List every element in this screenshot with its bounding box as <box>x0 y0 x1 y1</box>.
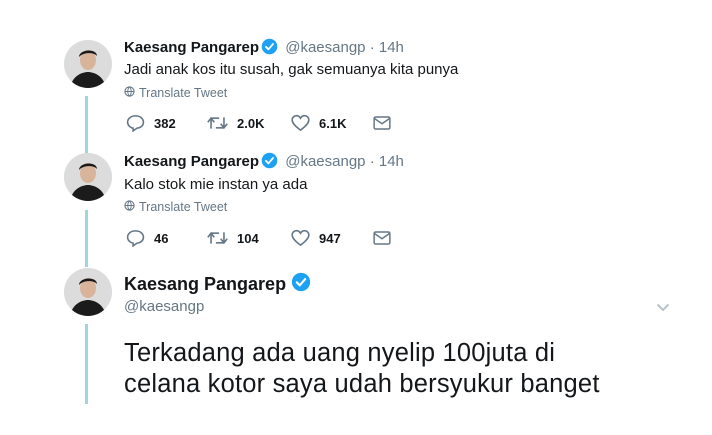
focused-tweet-header: Kaesang Pangarep <box>124 272 311 297</box>
tweet-actions: 46 104 947 <box>126 229 391 247</box>
reply-button[interactable]: 46 <box>126 229 207 247</box>
display-name[interactable]: Kaesang Pangarep <box>124 39 259 56</box>
like-button[interactable]: 6.1K <box>291 114 373 132</box>
verified-badge-icon <box>261 152 278 173</box>
thread-connector <box>85 96 88 153</box>
like-icon <box>291 229 310 247</box>
reply-count: 46 <box>154 230 169 246</box>
translate-tweet-link[interactable]: Translate Tweet <box>124 200 227 214</box>
avatar[interactable] <box>64 268 112 316</box>
focused-tweet-text: Terkadang ada uang nyelip 100juta di cel… <box>124 338 684 400</box>
display-name[interactable]: Kaesang Pangarep <box>124 274 286 295</box>
thread-connector <box>85 210 88 267</box>
tweet-text: Jadi anak kos itu susah, gak semuanya ki… <box>124 61 459 78</box>
dm-icon <box>373 115 391 131</box>
separator-dot: · <box>369 153 375 170</box>
retweet-button[interactable]: 2.0K <box>207 115 291 131</box>
reply-button[interactable]: 382 <box>126 114 207 132</box>
handle[interactable]: @kaesangp <box>285 153 365 170</box>
timestamp[interactable]: 14h <box>379 39 404 56</box>
tweet-text-line: Terkadang ada uang nyelip 100juta di <box>124 339 556 367</box>
separator-dot: · <box>369 39 375 56</box>
retweet-count: 104 <box>237 230 259 246</box>
avatar[interactable] <box>64 153 112 201</box>
chevron-down-icon[interactable] <box>656 299 670 317</box>
like-count: 6.1K <box>319 115 347 131</box>
tweet-text-line: celana kotor saya udah bersyukur banget <box>124 370 600 398</box>
globe-icon <box>124 200 135 214</box>
handle[interactable]: @kaesangp <box>285 39 365 56</box>
like-count: 947 <box>319 230 341 246</box>
retweet-icon <box>207 230 228 246</box>
retweet-button[interactable]: 104 <box>207 230 291 246</box>
translate-label: Translate Tweet <box>139 86 228 100</box>
like-button[interactable]: 947 <box>291 229 373 247</box>
direct-message-button[interactable] <box>373 230 391 246</box>
verified-badge-icon <box>291 272 311 297</box>
reply-icon <box>126 229 145 247</box>
tweet-actions: 382 2.0K 6.1K <box>126 114 391 132</box>
verified-badge-icon <box>261 38 278 59</box>
globe-icon <box>124 86 135 100</box>
reply-count: 382 <box>154 115 176 131</box>
dm-icon <box>373 230 391 246</box>
reply-icon <box>126 114 145 132</box>
retweet-icon <box>207 115 228 131</box>
translate-tweet-link[interactable]: Translate Tweet <box>124 86 227 100</box>
avatar[interactable] <box>64 40 112 88</box>
timestamp[interactable]: 14h <box>379 153 404 170</box>
retweet-count: 2.0K <box>237 115 265 131</box>
tweet-header: Kaesang Pangarep @kaesangp · 14h <box>124 38 404 59</box>
display-name[interactable]: Kaesang Pangarep <box>124 153 259 170</box>
direct-message-button[interactable] <box>373 115 391 131</box>
tweet-header: Kaesang Pangarep @kaesangp · 14h <box>124 152 404 173</box>
handle[interactable]: @kaesangp <box>124 298 204 315</box>
thread-connector <box>85 324 88 404</box>
like-icon <box>291 114 310 132</box>
tweet-text: Kalo stok mie instan ya ada <box>124 176 308 193</box>
translate-label: Translate Tweet <box>139 200 228 214</box>
